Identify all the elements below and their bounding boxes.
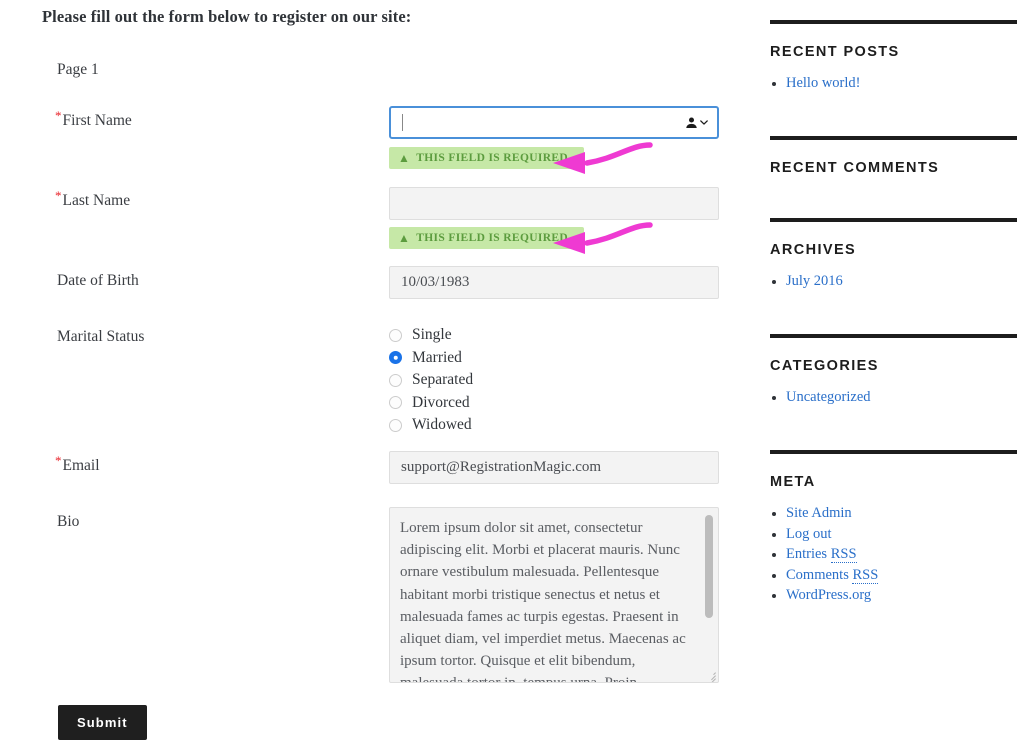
first-name-validation-message: ▲ This field is required. xyxy=(389,147,584,169)
bio-textarea[interactable]: Lorem ipsum dolor sit amet, consectetur … xyxy=(389,507,719,683)
widget-title-archives: Archives xyxy=(770,242,1017,258)
recent-posts-list: Hello world! xyxy=(770,75,1017,92)
radio-label-single: Single xyxy=(412,326,452,344)
required-asterisk: * xyxy=(55,453,62,468)
radio-dot-single[interactable] xyxy=(389,329,402,342)
date-of-birth-label: Date of Birth xyxy=(57,272,139,290)
required-asterisk: * xyxy=(55,188,62,203)
widget-title-recent-comments: Recent Comments xyxy=(770,160,1017,176)
link-wordpress-org[interactable]: WordPress.org xyxy=(786,587,871,603)
radio-label-separated: Separated xyxy=(412,371,473,389)
form-page-label: Page 1 xyxy=(57,61,99,79)
last-name-validation-text: This field is required. xyxy=(416,232,571,244)
list-item: Comments RSS xyxy=(770,567,1017,584)
categories-list: Uncategorized xyxy=(770,389,1017,406)
last-name-label-text: Last Name xyxy=(63,192,131,209)
radio-dot-married[interactable] xyxy=(389,351,402,364)
radio-option-divorced[interactable]: Divorced xyxy=(389,392,473,415)
bio-label: Bio xyxy=(57,513,79,531)
list-item: WordPress.org xyxy=(770,587,1017,604)
bio-scrollbar-thumb[interactable] xyxy=(705,515,713,618)
widget-divider xyxy=(770,334,1017,338)
meta-list: Site Admin Log out Entries RSS Comments … xyxy=(770,505,1017,604)
first-name-label: *First Name xyxy=(55,112,132,130)
radio-option-married[interactable]: Married xyxy=(389,347,473,370)
last-name-field-wrap xyxy=(389,187,719,220)
widget-title-categories: Categories xyxy=(770,358,1017,374)
last-name-validation-message: ▲ This field is required. xyxy=(389,227,584,249)
rss-abbreviation: RSS xyxy=(852,567,878,584)
email-field-wrap: support@RegistrationMagic.com xyxy=(389,451,719,484)
bio-textarea-value: Lorem ipsum dolor sit amet, consectetur … xyxy=(400,517,695,683)
email-label-text: Email xyxy=(63,457,100,474)
bio-scrollbar[interactable] xyxy=(705,510,716,668)
warning-triangle-icon: ▲ xyxy=(398,152,410,164)
radio-label-divorced: Divorced xyxy=(412,394,470,412)
radio-label-married: Married xyxy=(412,349,462,367)
widget-recent-posts: Recent Posts Hello world! xyxy=(770,20,1017,96)
submit-button[interactable]: Submit xyxy=(58,705,147,740)
widget-divider xyxy=(770,450,1017,454)
widget-divider xyxy=(770,20,1017,24)
link-comments-rss[interactable]: Comments RSS xyxy=(786,567,878,584)
radio-dot-divorced[interactable] xyxy=(389,396,402,409)
first-name-label-text: First Name xyxy=(63,112,132,129)
link-site-admin[interactable]: Site Admin xyxy=(786,505,852,521)
last-name-label: *Last Name xyxy=(55,192,130,210)
widget-title-meta: Meta xyxy=(770,474,1017,490)
link-entries-rss-text: Entries xyxy=(786,546,831,562)
radio-dot-widowed[interactable] xyxy=(389,419,402,432)
list-item: July 2016 xyxy=(770,273,1017,290)
marital-status-radio-group: Single Married Separated Divorced Widowe… xyxy=(389,324,473,437)
widget-categories: Categories Uncategorized xyxy=(770,334,1017,410)
widget-recent-comments: Recent Comments xyxy=(770,136,1017,191)
first-name-field-wrap xyxy=(389,106,719,139)
radio-dot-separated[interactable] xyxy=(389,374,402,387)
widget-archives: Archives July 2016 xyxy=(770,218,1017,294)
list-item: Site Admin xyxy=(770,505,1017,522)
rss-abbreviation: RSS xyxy=(831,546,857,563)
email-input[interactable]: support@RegistrationMagic.com xyxy=(389,451,719,484)
radio-option-widowed[interactable]: Widowed xyxy=(389,414,473,437)
link-log-out[interactable]: Log out xyxy=(786,526,832,542)
date-of-birth-input[interactable]: 10/03/1983 xyxy=(389,266,719,299)
radio-option-single[interactable]: Single xyxy=(389,324,473,347)
widget-meta: Meta Site Admin Log out Entries RSS Comm… xyxy=(770,450,1017,608)
widget-divider xyxy=(770,136,1017,140)
email-label: *Email xyxy=(55,457,100,475)
widget-divider xyxy=(770,218,1017,222)
text-caret xyxy=(402,114,403,131)
textarea-resize-handle[interactable] xyxy=(704,668,717,681)
list-item: Entries RSS xyxy=(770,546,1017,563)
chevron-down-icon xyxy=(700,119,708,127)
first-name-input[interactable] xyxy=(389,106,719,139)
link-july-2016[interactable]: July 2016 xyxy=(786,273,843,289)
warning-triangle-icon: ▲ xyxy=(398,232,410,244)
last-name-input[interactable] xyxy=(389,187,719,220)
marital-status-label: Marital Status xyxy=(57,328,144,346)
first-name-validation-text: This field is required. xyxy=(416,152,571,164)
list-item: Uncategorized xyxy=(770,389,1017,406)
list-item: Log out xyxy=(770,526,1017,543)
widget-title-recent-posts: Recent Posts xyxy=(770,44,1017,60)
registration-form-page: Please fill out the form below to regist… xyxy=(0,0,1024,743)
archives-list: July 2016 xyxy=(770,273,1017,290)
link-entries-rss[interactable]: Entries RSS xyxy=(786,546,857,563)
list-item: Hello world! xyxy=(770,75,1017,92)
radio-label-widowed: Widowed xyxy=(412,416,472,434)
required-asterisk: * xyxy=(55,108,62,123)
link-comments-rss-text: Comments xyxy=(786,567,852,583)
radio-option-separated[interactable]: Separated xyxy=(389,369,473,392)
date-of-birth-field-wrap: 10/03/1983 xyxy=(389,266,719,299)
link-hello-world[interactable]: Hello world! xyxy=(786,75,861,91)
form-intro-text: Please fill out the form below to regist… xyxy=(42,7,411,27)
form-content-area: Please fill out the form below to regist… xyxy=(0,0,740,743)
sidebar: Recent Posts Hello world! Recent Comment… xyxy=(770,0,1024,743)
person-contact-icon[interactable] xyxy=(685,116,708,129)
link-uncategorized[interactable]: Uncategorized xyxy=(786,389,871,405)
